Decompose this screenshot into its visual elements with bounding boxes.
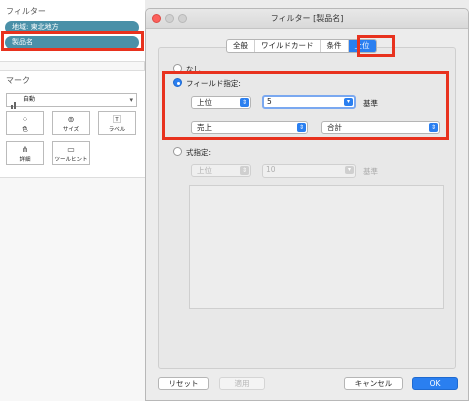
mark-tooltip-button[interactable]: ▭ ツールヒント [52, 141, 90, 165]
mark-type-label: 自動 [23, 96, 36, 103]
radio-by-formula-label: 式指定: [186, 148, 212, 157]
detail-tree-icon: ⋔ [21, 145, 29, 154]
bar-chart-icon [11, 97, 19, 121]
left-panel: フィルター 地域: 東北地方 製品名 マーク 自動 ▾ ⁘ 色 ⊚ サイズ 🅃 … [0, 0, 145, 401]
mark-color-button[interactable]: ⁘ 色 [6, 111, 44, 135]
tab-wildcard[interactable]: ワイルドカード [255, 40, 321, 52]
highlight-top-tab [357, 35, 395, 57]
tab-general[interactable]: 全般 [227, 40, 255, 52]
text-t-icon: 🅃 [113, 115, 121, 124]
radio-by-formula[interactable] [173, 147, 182, 156]
color-dots-icon: ⁘ [21, 115, 29, 124]
tab-condition[interactable]: 条件 [321, 40, 349, 52]
left-empty-area [0, 178, 145, 401]
size-circles-icon: ⊚ [67, 115, 75, 124]
tooltip-bubble-icon: ▭ [67, 145, 75, 154]
formula-count-combo[interactable]: 10 ▾ [262, 164, 356, 178]
formula-basis-label: 基準 [363, 167, 378, 176]
marks-title: マーク [6, 76, 30, 85]
dialog-title: フィルター [製品名] [270, 14, 344, 23]
mark-tooltip-label: ツールヒント [54, 157, 88, 163]
mark-type-select[interactable]: 自動 ▾ [6, 93, 137, 121]
chevron-down-icon: ▾ [129, 96, 133, 104]
formula-textarea[interactable] [189, 185, 444, 309]
cancel-button[interactable]: キャンセル [344, 377, 403, 390]
marks-card: マーク 自動 ▾ ⁘ 色 ⊚ サイズ 🅃 ラベル ⋔ 詳細 ▭ ツールヒント [0, 70, 145, 178]
ok-button[interactable]: OK [412, 377, 458, 390]
filter-dialog: フィルター [製品名] なし フィールド指定: 上位 ⇕ 5 ▾ 基準 売上 ⇕… [145, 8, 469, 401]
mark-label-button[interactable]: 🅃 ラベル [98, 111, 136, 135]
highlight-by-field-section [162, 71, 449, 140]
titlebar: フィルター [製品名] [146, 9, 468, 29]
formula-count-value: 10 [266, 165, 276, 174]
formula-direction-select[interactable]: 上位 ⇕ [191, 164, 251, 177]
mark-size-button[interactable]: ⊚ サイズ [52, 111, 90, 135]
mark-label-label: ラベル [108, 127, 126, 133]
formula-direction-value: 上位 [197, 166, 212, 175]
reset-button[interactable]: リセット [158, 377, 209, 390]
mark-detail-button[interactable]: ⋔ 詳細 [6, 141, 44, 165]
filters-title: フィルター [6, 7, 46, 16]
stepper-arrows-icon: ⇕ [240, 166, 249, 175]
apply-button[interactable]: 適用 [219, 377, 265, 390]
mark-detail-label: 詳細 [19, 157, 31, 163]
mark-size-label: サイズ [62, 127, 80, 133]
highlight-product-pill [1, 31, 144, 51]
chevron-down-icon: ▾ [345, 166, 354, 174]
mark-color-label: 色 [22, 127, 28, 133]
tab-bar: 全般 ワイルドカード 条件 上位 [226, 39, 377, 53]
